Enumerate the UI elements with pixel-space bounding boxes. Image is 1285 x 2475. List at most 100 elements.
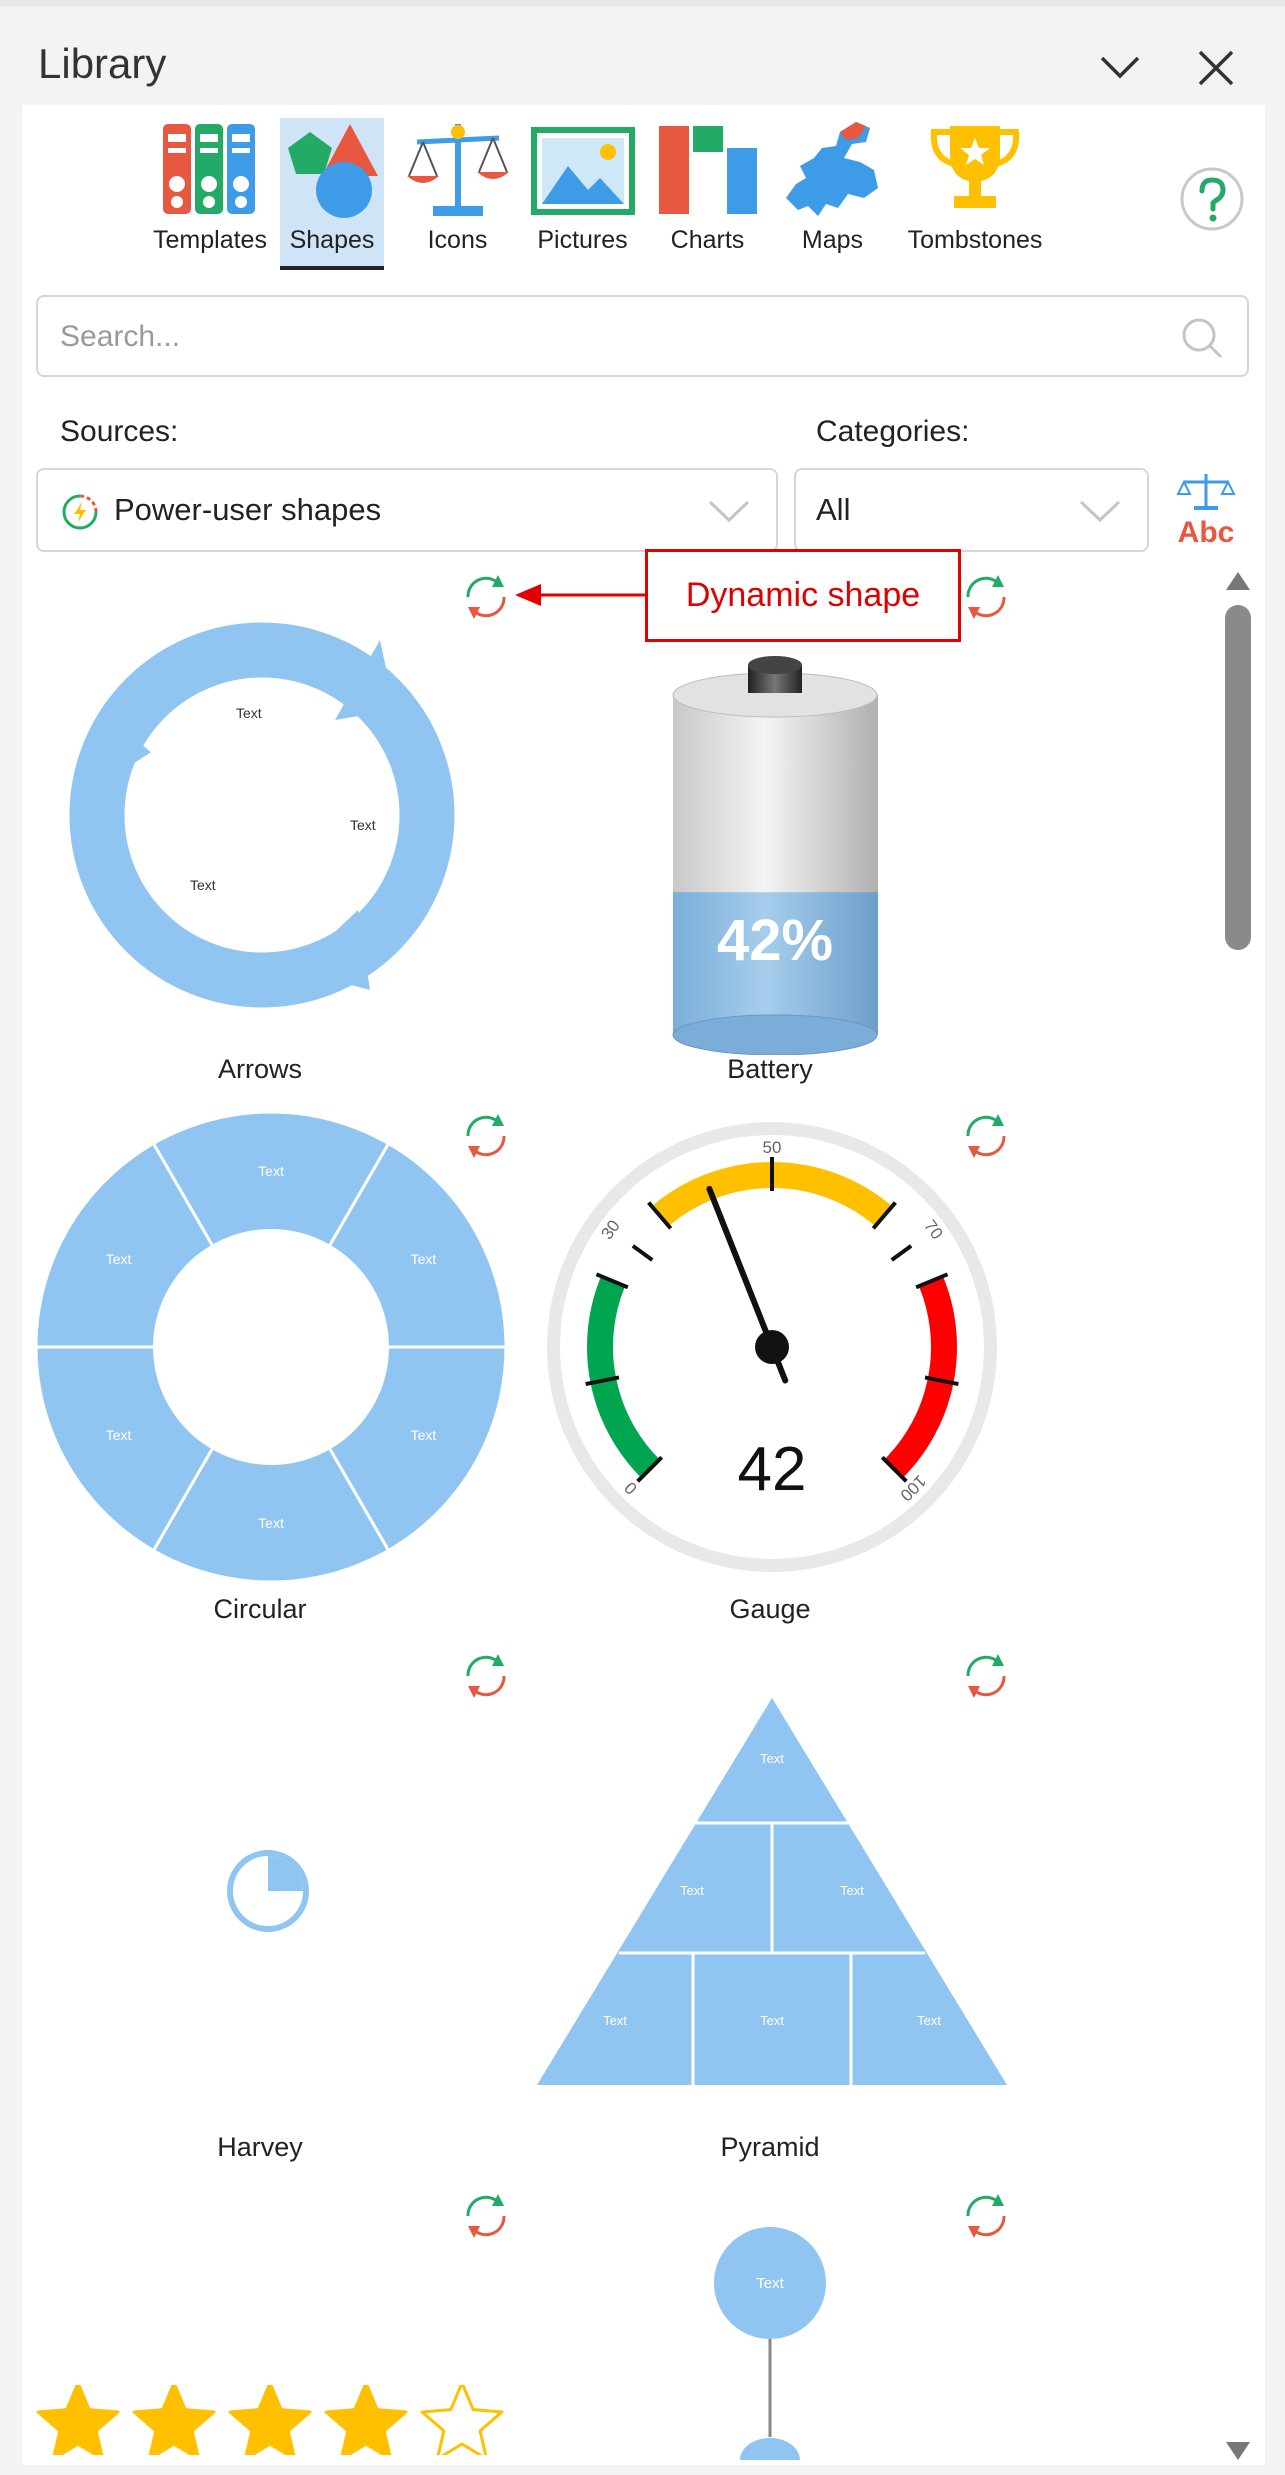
shape-tile-gauge[interactable]: 0 30 50 70 100 42 <box>535 1110 1009 1584</box>
text-tools-button[interactable]: Abc <box>1170 470 1242 550</box>
chevron-down-icon <box>708 500 750 523</box>
chevron-down-icon <box>1100 56 1140 79</box>
bar-chart-icon <box>658 126 757 214</box>
shape-label-pyramid: Pyramid <box>720 2132 820 2162</box>
callout-text: Dynamic shape <box>685 576 921 614</box>
star-filled-icon <box>228 2381 312 2461</box>
star-filled-icon <box>36 2381 120 2461</box>
arrows-text: Text <box>190 877 216 893</box>
tab-tombstones[interactable]: Tombstones <box>900 118 1050 270</box>
scroll-down-arrow-icon[interactable] <box>1224 2440 1252 2462</box>
categories-value: All <box>816 492 851 527</box>
donut-segment-text: Text <box>258 1515 284 1531</box>
shape-tile-milestone[interactable]: Text <box>700 2225 840 2475</box>
donut-segment-text: Text <box>106 1251 132 1267</box>
milestone-text: Text <box>756 2275 784 2292</box>
search-icon[interactable] <box>1179 315 1225 361</box>
tab-pictures[interactable]: Pictures <box>525 118 640 270</box>
star-rating-shape <box>36 2381 504 2461</box>
pyramid-text: Text <box>760 1751 784 1766</box>
tab-label: Pictures <box>537 226 628 254</box>
shape-label-arrows: Arrows <box>217 1054 302 1084</box>
tab-icons[interactable]: Icons <box>400 118 515 270</box>
top-border <box>0 0 1285 6</box>
arrows-text: Text <box>350 817 376 833</box>
arrows-cycle-shape: Text Text Text <box>69 622 455 1008</box>
tab-label: Icons <box>427 226 488 254</box>
scales-abc-icon: Abc <box>1176 474 1236 549</box>
battery-shape: 42% <box>672 656 878 1056</box>
donut-segment-text: Text <box>258 1163 284 1179</box>
donut-segment-text: Text <box>411 1427 437 1443</box>
shape-tile-harvey[interactable] <box>225 1848 311 1934</box>
scroll-up-arrow-icon[interactable] <box>1224 570 1252 592</box>
pyramid-text: Text <box>917 2013 941 2028</box>
callout-arrow <box>515 584 650 606</box>
tab-label: Templates <box>153 226 267 254</box>
tab-charts[interactable]: Charts <box>650 118 765 270</box>
categories-label: Categories: <box>816 415 970 448</box>
svg-text:Abc: Abc <box>1178 516 1235 549</box>
shape-label-harvey: Harvey <box>217 2132 303 2162</box>
donut-segment-text: Text <box>411 1251 437 1267</box>
harvey-slice <box>268 1856 303 1891</box>
pyramid-text: Text <box>603 2013 627 2028</box>
circular-donut-shape: Text Text Text Text Text Text <box>34 1110 508 1584</box>
shape-tile-pyramid[interactable]: Text Text Text Text Text Text <box>535 1695 1009 2085</box>
active-tab-indicator <box>280 266 384 270</box>
scales-icon <box>406 124 509 216</box>
dynamic-shape-icon <box>466 2194 506 2238</box>
gauge-scale-label: 50 <box>763 1138 782 1157</box>
shape-tile-circular[interactable]: Text Text Text Text Text Text <box>34 1110 508 1584</box>
europe-map-icon <box>785 122 878 216</box>
tab-maps[interactable]: Maps <box>775 118 890 270</box>
help-button[interactable] <box>1178 165 1246 233</box>
categories-dropdown[interactable]: All <box>794 468 1149 552</box>
sources-value: Power-user shapes <box>114 492 382 527</box>
shape-tile-arrows[interactable]: Text Text Text <box>50 610 470 1030</box>
gauge-value-text: 42 <box>738 1435 807 1504</box>
pyramid-text: Text <box>680 1883 704 1898</box>
pane-title: Library <box>38 40 167 87</box>
scroll-thumb[interactable] <box>1225 605 1251 950</box>
tab-label: Shapes <box>289 226 375 254</box>
search-box <box>36 295 1249 377</box>
shape-tile-battery[interactable]: 42% <box>660 645 890 1056</box>
close-button[interactable] <box>1188 40 1244 96</box>
star-empty-icon <box>420 2381 504 2461</box>
pyramid-text: Text <box>760 2013 784 2028</box>
search-input[interactable] <box>58 313 1158 361</box>
close-icon <box>1198 50 1234 86</box>
pyramid-text: Text <box>840 1883 864 1898</box>
dynamic-shape-callout: Dynamic shape <box>645 549 961 642</box>
tab-shapes[interactable]: Shapes <box>280 118 384 270</box>
donut-segment-text: Text <box>106 1427 132 1443</box>
pyramid-shape: Text Text Text Text Text Text <box>537 1698 1007 2085</box>
dynamic-shape-icon <box>966 2194 1006 2238</box>
tab-label: Maps <box>801 226 864 254</box>
collapse-button[interactable] <box>1092 40 1148 96</box>
shapes-icon <box>288 124 378 218</box>
tab-label: Tombstones <box>907 226 1043 254</box>
battery-percent-text: 42% <box>717 908 833 973</box>
sources-label: Sources: <box>60 415 179 448</box>
shape-tile-rating[interactable] <box>30 2381 510 2461</box>
star-filled-icon <box>132 2381 216 2461</box>
picture-icon <box>530 127 635 215</box>
tab-label: Charts <box>670 226 745 254</box>
question-icon <box>1180 167 1244 231</box>
binders-icon <box>163 124 255 214</box>
trophy-icon <box>930 126 1020 208</box>
shape-label-gauge: Gauge <box>729 1594 811 1624</box>
star-filled-icon <box>324 2381 408 2461</box>
milestone-shape: Text <box>714 2227 826 2475</box>
arrows-text: Text <box>236 705 262 721</box>
shape-label-battery: Battery <box>727 1054 813 1084</box>
shape-label-circular: Circular <box>213 1594 307 1624</box>
gauge-shape: 0305070100 42 <box>547 1122 997 1572</box>
power-user-icon <box>62 494 98 530</box>
sources-dropdown[interactable]: Power-user shapes <box>36 468 778 552</box>
tab-templates[interactable]: Templates <box>150 118 270 270</box>
dynamic-shape-icon <box>966 575 1006 619</box>
chevron-down-icon <box>1079 500 1121 523</box>
